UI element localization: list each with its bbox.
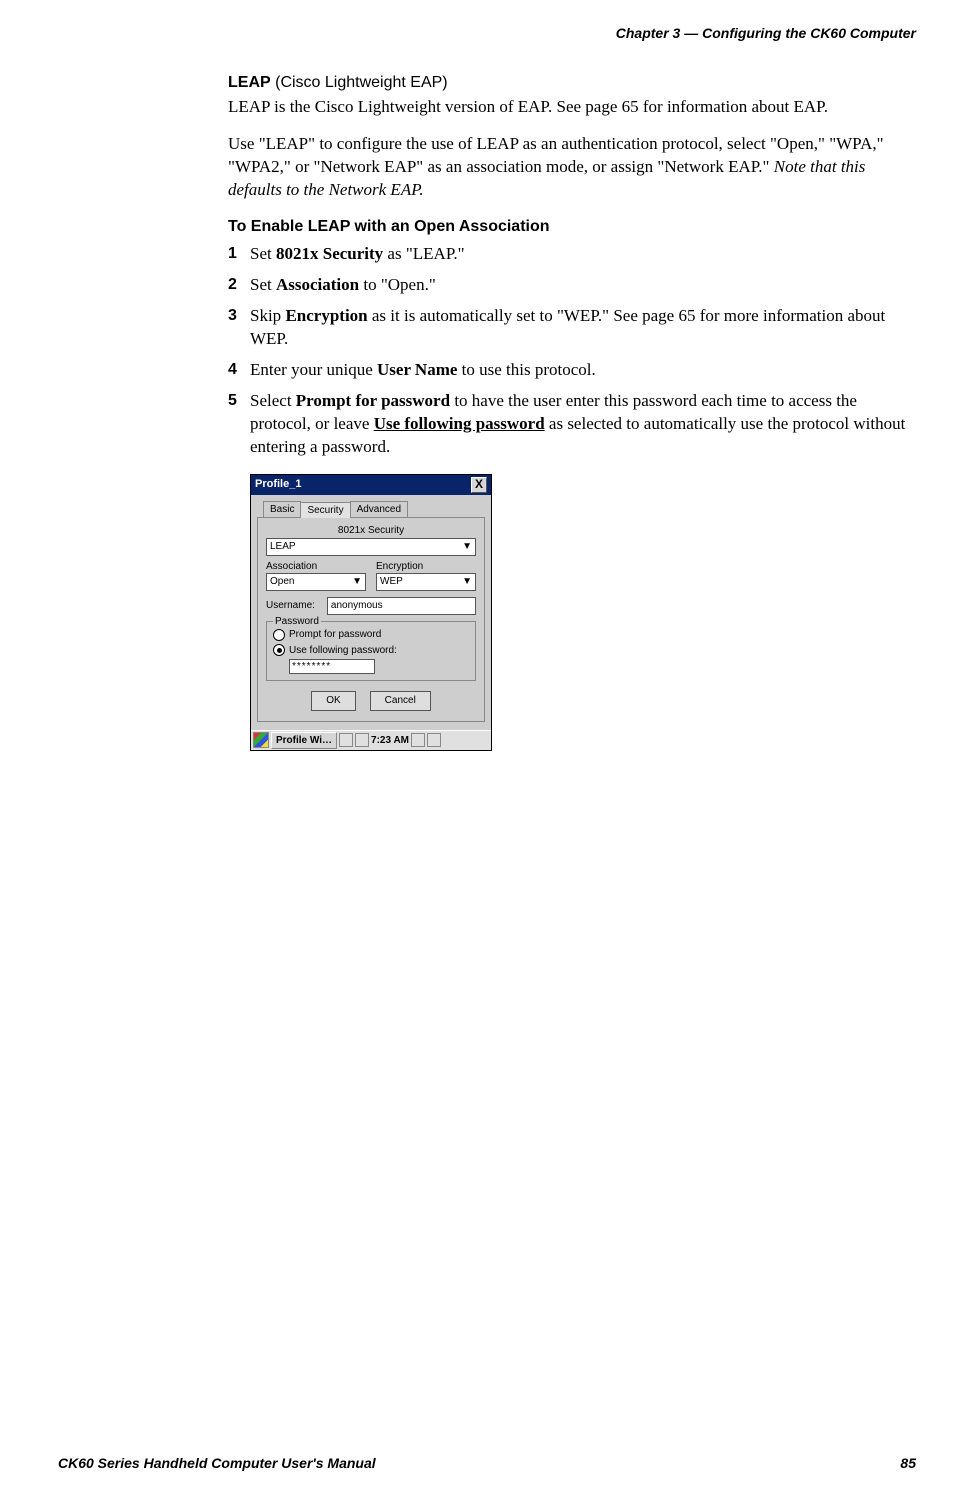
step-number: 2	[228, 274, 250, 297]
association-label: Association	[266, 560, 366, 574]
step-number: 3	[228, 305, 250, 351]
tab-security[interactable]: Security	[300, 502, 350, 519]
tab-basic[interactable]: Basic	[263, 501, 301, 518]
password-field[interactable]: ********	[289, 659, 375, 674]
encryption-value: WEP	[380, 575, 403, 589]
radio-prompt-label: Prompt for password	[289, 628, 381, 642]
section-title-bold: LEAP	[228, 74, 271, 91]
encryption-label: Encryption	[376, 560, 476, 574]
security-dropdown[interactable]: LEAP ▼	[266, 538, 476, 556]
security-value: LEAP	[270, 540, 296, 554]
list-item: 1 Set 8021x Security as "LEAP."	[228, 243, 916, 266]
step-bold: Prompt for password	[296, 391, 450, 410]
radio-use-following[interactable]	[273, 644, 285, 656]
cancel-button[interactable]: Cancel	[370, 691, 431, 711]
list-item: 3 Skip Encryption as it is automatically…	[228, 305, 916, 351]
step-text: Enter your unique	[250, 360, 377, 379]
security-label: 8021x Security	[266, 524, 476, 538]
main-content: LEAP (Cisco Lightweight EAP) LEAP is the…	[228, 71, 916, 751]
intro-para-2: Use "LEAP" to configure the use of LEAP …	[228, 133, 916, 202]
step-number: 1	[228, 243, 250, 266]
step-text: Skip	[250, 306, 285, 325]
tray-icon[interactable]	[339, 733, 353, 747]
list-item: 5 Select Prompt for password to have the…	[228, 390, 916, 459]
association-value: Open	[270, 575, 294, 589]
encryption-dropdown[interactable]: WEP ▼	[376, 573, 476, 591]
tray-icon[interactable]	[411, 733, 425, 747]
enable-heading: To Enable LEAP with an Open Association	[228, 216, 916, 238]
section-title-rest: (Cisco Lightweight EAP)	[271, 74, 448, 91]
dialog-titlebar: Profile_1 X	[251, 475, 491, 495]
password-legend: Password	[273, 615, 321, 629]
radio-prompt-password[interactable]	[273, 629, 285, 641]
step-text: to "Open."	[359, 275, 436, 294]
step-text: to use this protocol.	[457, 360, 595, 379]
taskbar-clock: 7:23 AM	[371, 734, 409, 748]
password-group: Password Prompt for password Use followi…	[266, 621, 476, 681]
footer-manual: CK60 Series Handheld Computer User's Man…	[58, 1454, 376, 1473]
association-dropdown[interactable]: Open ▼	[266, 573, 366, 591]
username-field[interactable]: anonymous	[327, 597, 476, 615]
intro-para-1: LEAP is the Cisco Lightweight version of…	[228, 96, 916, 119]
step-bold: Use following password	[374, 414, 545, 433]
username-label: Username:	[266, 599, 315, 613]
step-text: Set	[250, 244, 276, 263]
step-text: Set	[250, 275, 276, 294]
taskbar-app[interactable]: Profile Wi…	[271, 732, 337, 750]
chevron-down-icon: ▼	[462, 540, 472, 554]
step-bold: User Name	[377, 360, 457, 379]
page-footer: CK60 Series Handheld Computer User's Man…	[58, 1454, 916, 1473]
dialog-title: Profile_1	[255, 477, 301, 492]
page-header: Chapter 3 — Configuring the CK60 Compute…	[58, 24, 916, 43]
profile-dialog: Profile_1 X Basic Security Advanced 8021…	[250, 474, 492, 752]
step-bold: Encryption	[285, 306, 367, 325]
step-list: 1 Set 8021x Security as "LEAP." 2 Set As…	[228, 243, 916, 459]
start-icon[interactable]	[253, 732, 269, 748]
tray-icon[interactable]	[355, 733, 369, 747]
close-icon[interactable]: X	[471, 477, 487, 493]
list-item: 4 Enter your unique User Name to use thi…	[228, 359, 916, 382]
radio-use-following-label: Use following password:	[289, 644, 397, 658]
taskbar: Profile Wi… 7:23 AM	[251, 730, 491, 751]
footer-page-number: 85	[900, 1454, 916, 1473]
step-number: 5	[228, 390, 250, 459]
step-bold: Association	[276, 275, 359, 294]
tab-advanced[interactable]: Advanced	[350, 501, 408, 518]
list-item: 2 Set Association to "Open."	[228, 274, 916, 297]
step-bold: 8021x Security	[276, 244, 383, 263]
step-text: as "LEAP."	[383, 244, 464, 263]
chevron-down-icon: ▼	[352, 575, 362, 589]
tray-icon[interactable]	[427, 733, 441, 747]
step-number: 4	[228, 359, 250, 382]
step-text: Select	[250, 391, 296, 410]
ok-button[interactable]: OK	[311, 691, 355, 711]
chevron-down-icon: ▼	[462, 575, 472, 589]
